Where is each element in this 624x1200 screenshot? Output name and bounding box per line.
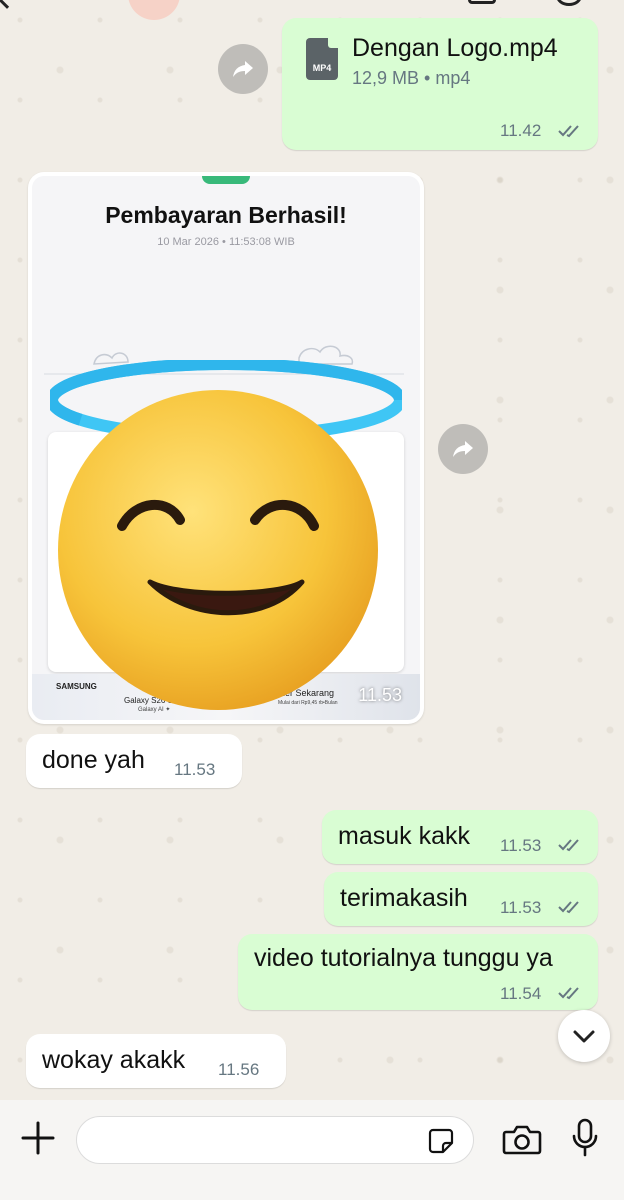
- file-name: Dengan Logo.mp4: [352, 34, 558, 62]
- read-receipt-icon: [558, 838, 584, 852]
- forward-icon: [453, 441, 473, 457]
- video-call-icon[interactable]: [468, 0, 496, 4]
- scroll-to-bottom-button[interactable]: [558, 1010, 610, 1062]
- incoming-message[interactable]: wokay akakk 11.56: [26, 1034, 286, 1088]
- chevron-down-icon: [573, 1030, 595, 1043]
- message-time: 11.54: [500, 984, 542, 1003]
- sticker-icon[interactable]: [427, 1127, 455, 1155]
- status-tab: [202, 176, 250, 184]
- outgoing-message[interactable]: masuk kakk 11.53: [322, 810, 598, 864]
- chevron-left-icon[interactable]: [0, 0, 17, 9]
- message-time: 11.42: [500, 121, 542, 140]
- payment-title: Pembayaran Berhasil!: [105, 202, 347, 228]
- message-text: terimakasih: [340, 884, 468, 912]
- read-receipt-icon: [558, 986, 584, 1000]
- message-time: 11.53: [174, 760, 216, 779]
- message-time: 11.53: [500, 898, 542, 917]
- file-icon: MP4: [306, 38, 338, 80]
- read-receipt-icon: [558, 900, 584, 914]
- message-text: wokay akakk: [42, 1046, 186, 1074]
- outgoing-message[interactable]: terimakasih 11.53: [324, 872, 598, 926]
- file-message[interactable]: MP4 Dengan Logo.mp4 12,9 MB • mp4 11.42: [282, 18, 598, 150]
- file-type-label: MP4: [312, 63, 332, 73]
- message-text: done yah: [42, 746, 145, 774]
- file-size: 12,9 MB • mp4: [352, 68, 471, 88]
- forward-button[interactable]: [218, 44, 268, 94]
- phone-icon[interactable]: [556, 0, 582, 6]
- payment-date: 10 Mar 2026 • 11:53:08 WIB: [157, 236, 295, 248]
- plus-icon[interactable]: [20, 1120, 56, 1156]
- smiling-face-with-halo-icon: [50, 360, 402, 710]
- message-input-field[interactable]: [93, 1125, 413, 1155]
- message-time: 11.53: [500, 836, 542, 855]
- forward-button[interactable]: [438, 424, 488, 474]
- message-text: masuk kakk: [338, 822, 470, 850]
- outgoing-message[interactable]: video tutorialnya tunggu ya 11.54: [238, 934, 598, 1010]
- message-text: video tutorialnya tunggu ya: [254, 944, 553, 972]
- avatar[interactable]: [128, 0, 180, 20]
- camera-icon[interactable]: [502, 1122, 542, 1156]
- chat-header: [0, 0, 624, 20]
- forward-icon: [233, 61, 253, 77]
- microphone-icon[interactable]: [570, 1118, 600, 1158]
- read-receipt-icon: [558, 124, 584, 138]
- incoming-message[interactable]: done yah 11.53: [26, 734, 242, 788]
- message-input[interactable]: [76, 1116, 474, 1164]
- message-time: 11.56: [218, 1060, 260, 1079]
- composer-bar: [0, 1100, 624, 1200]
